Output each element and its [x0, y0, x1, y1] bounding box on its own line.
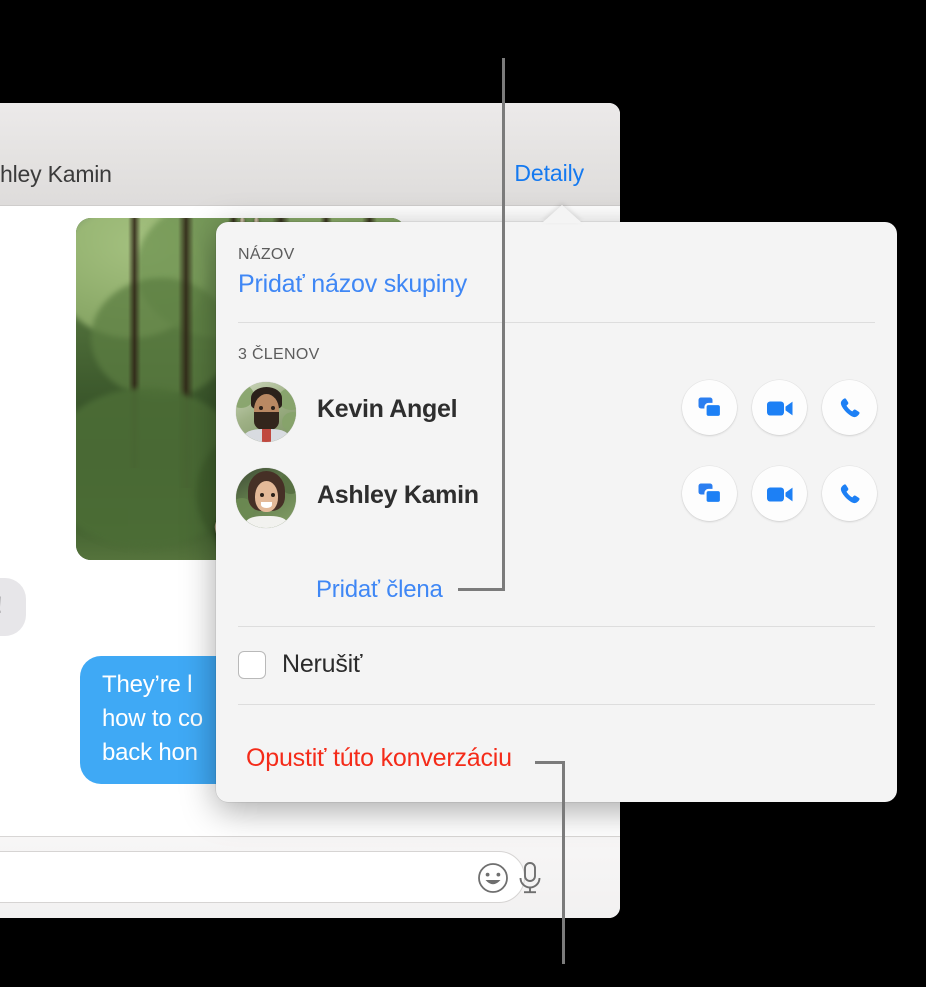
photo-foliage — [91, 278, 231, 398]
details-button[interactable]: Detaily — [514, 160, 584, 187]
avatar-eye — [271, 493, 275, 497]
message-icon[interactable] — [682, 466, 737, 521]
divider — [238, 626, 875, 627]
member-name: Ashley Kamin — [317, 481, 479, 509]
video-camera-icon[interactable] — [752, 466, 807, 521]
do-not-disturb-row[interactable]: Nerušiť — [238, 650, 362, 679]
conversation-title: hley Kamin — [0, 161, 112, 187]
smiley-face-icon[interactable] — [476, 861, 510, 895]
add-member-link[interactable]: Pridať člena — [316, 576, 443, 604]
member-actions — [682, 380, 877, 435]
callout-line-add-member-horizontal — [458, 588, 505, 591]
member-actions — [682, 466, 877, 521]
avatar-shirt — [246, 516, 287, 528]
callout-line-leave-vertical — [562, 761, 565, 964]
member-row[interactable]: Ashley Kamin — [216, 466, 897, 540]
avatar — [236, 382, 296, 442]
member-row[interactable]: Kevin Angel — [216, 380, 897, 454]
message-input-field[interactable] — [0, 851, 525, 903]
avatar-eye — [271, 406, 275, 410]
details-popover: NÁZOV Pridať názov skupiny 3 ČLENOV Kevi… — [216, 205, 897, 802]
video-camera-icon[interactable] — [752, 380, 807, 435]
phone-icon[interactable] — [822, 380, 877, 435]
do-not-disturb-label: Nerušiť — [282, 650, 363, 678]
window-titlebar: hley Kamin Detaily — [0, 103, 620, 206]
avatar-eye — [260, 493, 264, 497]
callout-line-leave-horizontal — [535, 761, 565, 764]
avatar-eye — [259, 406, 263, 410]
divider — [238, 704, 875, 705]
outgoing-message-text: They’re l how to co back hon — [102, 671, 203, 766]
member-name: Kevin Angel — [317, 395, 458, 423]
members-section-label: 3 ČLENOV — [238, 346, 320, 363]
do-not-disturb-checkbox[interactable] — [238, 650, 266, 679]
message-icon[interactable] — [682, 380, 737, 435]
avatar-smile — [261, 502, 272, 508]
callout-line-add-member-vertical — [502, 58, 505, 591]
compose-bar — [0, 836, 620, 918]
name-section-label: NÁZOV — [238, 246, 295, 263]
popover-arrow — [542, 205, 582, 223]
leave-conversation-link[interactable]: Opustiť túto konverzáciu — [246, 744, 512, 773]
incoming-message-bubble[interactable]: a ton of fun! — [0, 578, 27, 636]
phone-icon[interactable] — [822, 466, 877, 521]
avatar — [236, 468, 296, 528]
divider — [238, 322, 875, 323]
microphone-icon[interactable] — [512, 859, 548, 897]
avatar-collar — [262, 429, 271, 442]
add-group-name-link[interactable]: Pridať názov skupiny — [238, 270, 467, 299]
